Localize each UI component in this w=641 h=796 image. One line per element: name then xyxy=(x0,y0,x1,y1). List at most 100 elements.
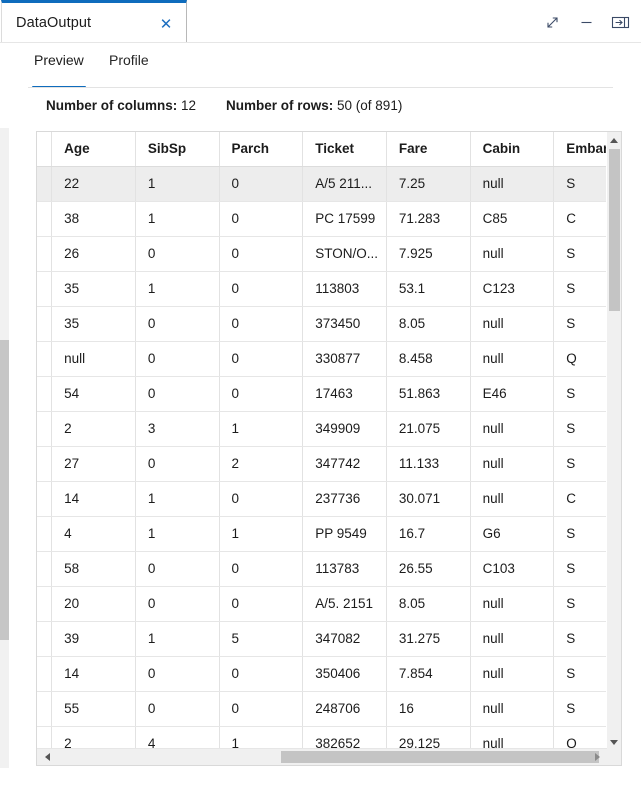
dock-button[interactable] xyxy=(605,9,635,35)
table-cell[interactable]: 16 xyxy=(386,691,471,727)
table-cell[interactable]: A/5 211... xyxy=(302,166,387,202)
table-cell[interactable]: 350406 xyxy=(302,656,387,692)
table-header-cell[interactable]: SibSp xyxy=(135,132,220,167)
table-cell[interactable]: 71.283 xyxy=(386,201,471,237)
row-selector-cell[interactable] xyxy=(37,236,53,272)
table-row[interactable]: 35 1 0 113803 53.1 C123 S xyxy=(37,271,621,307)
table-cell[interactable]: 1 xyxy=(135,166,220,202)
row-selector-cell[interactable] xyxy=(37,411,53,447)
table-row[interactable]: 58 0 0 113783 26.55 C103 S xyxy=(37,551,621,587)
table-cell[interactable]: 58 xyxy=(51,551,136,587)
table-header-cell[interactable]: Ticket xyxy=(302,132,387,167)
table-cell[interactable]: 22 xyxy=(51,166,136,202)
table-cell[interactable]: 0 xyxy=(135,586,220,622)
table-header-cell[interactable]: Cabin xyxy=(470,132,555,167)
table-cell[interactable]: 3 xyxy=(135,411,220,447)
row-selector-cell[interactable] xyxy=(37,341,53,377)
table-cell[interactable]: 0 xyxy=(135,341,220,377)
table-cell[interactable]: 7.925 xyxy=(386,236,471,272)
table-cell[interactable]: null xyxy=(470,236,555,272)
table-row[interactable]: 2 3 1 349909 21.075 null S xyxy=(37,411,621,447)
table-cell[interactable]: 237736 xyxy=(302,481,387,517)
parent-window-scrollbar-thumb[interactable] xyxy=(0,340,9,640)
table-cell[interactable]: 0 xyxy=(219,341,304,377)
table-cell[interactable]: 35 xyxy=(51,306,136,342)
table-cell[interactable]: C123 xyxy=(470,271,555,307)
table-cell[interactable]: 0 xyxy=(219,551,304,587)
close-icon[interactable]: ✕ xyxy=(156,14,176,34)
table-cell[interactable]: 330877 xyxy=(302,341,387,377)
table-row[interactable]: 35 0 0 373450 8.05 null S xyxy=(37,306,621,342)
table-cell[interactable]: 53.1 xyxy=(386,271,471,307)
scroll-up-icon[interactable] xyxy=(607,132,621,148)
table-cell[interactable]: 0 xyxy=(219,166,304,202)
table-cell[interactable]: A/5. 2151 xyxy=(302,586,387,622)
row-selector-cell[interactable] xyxy=(37,516,53,552)
table-cell[interactable]: null xyxy=(470,691,555,727)
table-cell[interactable]: 31.275 xyxy=(386,621,471,657)
table-cell[interactable]: 4 xyxy=(51,516,136,552)
table-header-cell[interactable]: Fare xyxy=(386,132,471,167)
table-cell[interactable]: null xyxy=(51,341,136,377)
grid-vertical-scrollbar-thumb[interactable] xyxy=(609,149,620,311)
table-cell[interactable]: 0 xyxy=(219,376,304,412)
table-cell[interactable]: 0 xyxy=(219,271,304,307)
table-cell[interactable]: 26.55 xyxy=(386,551,471,587)
row-selector-cell[interactable] xyxy=(37,621,53,657)
table-row[interactable]: 14 0 0 350406 7.854 null S xyxy=(37,656,621,692)
table-row[interactable]: null 0 0 330877 8.458 null Q xyxy=(37,341,621,377)
row-selector-cell[interactable] xyxy=(37,656,53,692)
table-cell[interactable]: 30.071 xyxy=(386,481,471,517)
table-cell[interactable]: 0 xyxy=(135,691,220,727)
table-cell[interactable]: 7.25 xyxy=(386,166,471,202)
table-cell[interactable]: 2 xyxy=(219,446,304,482)
table-cell[interactable]: null xyxy=(470,481,555,517)
grid-horizontal-scrollbar[interactable] xyxy=(37,748,621,765)
table-header-cell[interactable]: Parch xyxy=(219,132,304,167)
table-cell[interactable]: 17463 xyxy=(302,376,387,412)
table-cell[interactable]: 8.05 xyxy=(386,586,471,622)
table-cell[interactable]: C103 xyxy=(470,551,555,587)
table-cell[interactable]: 0 xyxy=(219,201,304,237)
table-row[interactable]: 4 1 1 PP 9549 16.7 G6 S xyxy=(37,516,621,552)
table-cell[interactable]: 0 xyxy=(135,446,220,482)
table-cell[interactable]: 1 xyxy=(135,516,220,552)
scroll-right-icon[interactable] xyxy=(589,749,605,765)
table-header-cell[interactable]: Age xyxy=(51,132,136,167)
table-cell[interactable]: 8.05 xyxy=(386,306,471,342)
table-row[interactable]: 20 0 0 A/5. 2151 8.05 null S xyxy=(37,586,621,622)
expand-button[interactable] xyxy=(537,9,567,35)
table-row[interactable]: 14 1 0 237736 30.071 null C xyxy=(37,481,621,517)
table-cell[interactable]: G6 xyxy=(470,516,555,552)
row-selector-cell[interactable] xyxy=(37,376,53,412)
table-cell[interactable]: 0 xyxy=(219,586,304,622)
table-cell[interactable]: 0 xyxy=(135,306,220,342)
table-cell[interactable]: 27 xyxy=(51,446,136,482)
table-cell[interactable]: 1 xyxy=(135,621,220,657)
table-cell[interactable]: 113783 xyxy=(302,551,387,587)
table-cell[interactable]: null xyxy=(470,446,555,482)
table-cell[interactable]: null xyxy=(470,411,555,447)
table-cell[interactable]: 0 xyxy=(219,691,304,727)
parent-window-scrollbar[interactable] xyxy=(0,128,9,768)
table-cell[interactable]: 1 xyxy=(135,201,220,237)
table-cell[interactable]: 54 xyxy=(51,376,136,412)
table-cell[interactable]: PP 9549 xyxy=(302,516,387,552)
row-selector-cell[interactable] xyxy=(37,691,53,727)
tab-preview[interactable]: Preview xyxy=(32,52,86,88)
table-cell[interactable]: 0 xyxy=(135,656,220,692)
table-cell[interactable]: null xyxy=(470,621,555,657)
row-selector-cell[interactable] xyxy=(37,166,53,202)
row-selector-cell[interactable] xyxy=(37,481,53,517)
row-selector-cell[interactable] xyxy=(37,551,53,587)
table-cell[interactable]: PC 17599 xyxy=(302,201,387,237)
table-cell[interactable]: C85 xyxy=(470,201,555,237)
table-cell[interactable]: 0 xyxy=(219,306,304,342)
table-cell[interactable]: 7.854 xyxy=(386,656,471,692)
table-cell[interactable]: null xyxy=(470,341,555,377)
table-cell[interactable]: 55 xyxy=(51,691,136,727)
table-cell[interactable]: 0 xyxy=(219,236,304,272)
table-cell[interactable]: null xyxy=(470,306,555,342)
table-row[interactable]: 26 0 0 STON/O... 7.925 null S xyxy=(37,236,621,272)
table-cell[interactable]: null xyxy=(470,586,555,622)
